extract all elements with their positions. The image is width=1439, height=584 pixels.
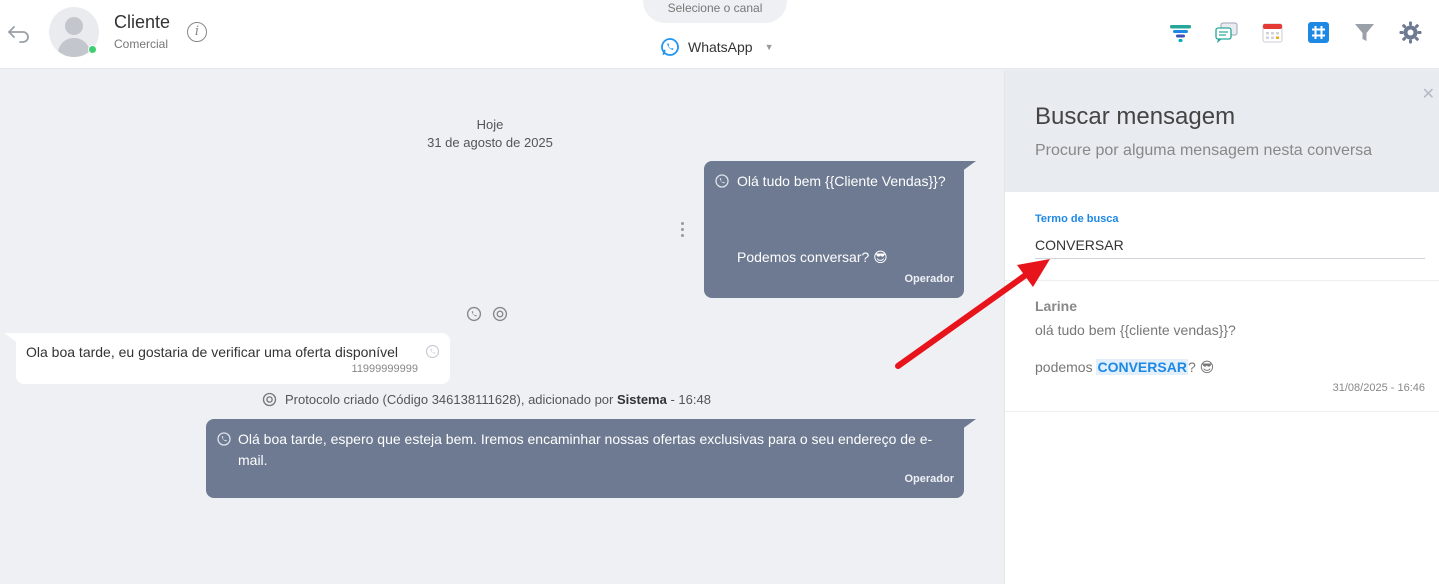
result-text-line: olá tudo bem {{cliente vendas}}? — [1035, 322, 1236, 338]
whatsapp-icon — [715, 174, 729, 188]
search-panel-header: ✕ Buscar mensagem Procure por alguma men… — [1005, 70, 1439, 192]
message-status-icons — [466, 306, 508, 322]
date-separator-label: Hoje — [476, 117, 504, 132]
channel-selector[interactable]: WhatsApp ▼ — [660, 36, 774, 58]
chat-bubbles-icon[interactable] — [1214, 20, 1239, 45]
result-sender: Larine — [1035, 298, 1078, 314]
message-text: Olá boa tarde, espero que esteja bem. Ir… — [238, 431, 933, 468]
message-options-icon[interactable] — [681, 222, 685, 240]
incoming-message[interactable]: Ola boa tarde, eu gostaria de verificar … — [4, 333, 450, 384]
search-result-item[interactable]: Larine olá tudo bem {{cliente vendas}}? … — [1005, 281, 1439, 412]
result-highlight: CONVERSAR — [1096, 359, 1188, 375]
result-text-segment: ? 😎 — [1187, 359, 1215, 375]
whatsapp-icon — [466, 306, 482, 322]
filter-icon[interactable] — [1352, 20, 1377, 45]
calendar-icon[interactable] — [1260, 20, 1285, 45]
funnel-colored-icon[interactable] — [1168, 20, 1193, 45]
search-input[interactable] — [1035, 231, 1425, 259]
search-panel-subtitle: Procure por alguma mensagem nesta conver… — [1035, 142, 1373, 159]
message-text-line: Olá tudo bem {{Cliente Vendas}}? — [737, 173, 946, 189]
contact-department: Comercial — [114, 37, 169, 51]
info-icon[interactable]: i — [187, 22, 207, 42]
date-separator-date: 31 de agosto de 2025 — [427, 135, 553, 150]
protocol-user: Sistema — [616, 392, 667, 407]
result-timestamp: 31/08/2025 - 16:46 — [1332, 382, 1425, 394]
channel-prompt: Selecione o canal — [643, 0, 787, 23]
top-header: Cliente Comercial i Selecione o canal Wh… — [0, 0, 1439, 69]
message-text-line: Podemos conversar? 😎 — [737, 249, 888, 265]
sender-number: 11999999999 — [351, 363, 418, 375]
protocol-text: Protocolo criado (Código 346138111628), … — [285, 392, 614, 407]
search-field-label: Termo de busca — [1035, 213, 1119, 225]
contact-name: Cliente — [114, 12, 171, 32]
chevron-down-icon: ▼ — [764, 42, 774, 52]
search-panel: ✕ Buscar mensagem Procure por alguma men… — [1004, 70, 1439, 584]
online-status-dot — [88, 45, 97, 54]
message-sender: Operador — [904, 273, 954, 285]
target-icon — [492, 306, 508, 322]
message-text: Ola boa tarde, eu gostaria de verificar … — [26, 344, 398, 360]
gear-icon[interactable] — [1398, 20, 1423, 45]
result-text-segment: podemos — [1035, 359, 1093, 375]
chat-area[interactable]: Hoje 31 de agosto de 2025 Olá tudo bem {… — [0, 70, 1004, 584]
whatsapp-icon — [661, 38, 679, 56]
whatsapp-icon — [217, 432, 231, 446]
channel-label: WhatsApp — [688, 39, 753, 55]
protocol-time: - 16:48 — [670, 392, 711, 407]
close-icon[interactable]: ✕ — [1422, 84, 1435, 104]
message-sender: Operador — [904, 473, 954, 485]
back-arrow-icon[interactable] — [6, 20, 32, 46]
protocol-notice: Protocolo criado (Código 346138111628), … — [262, 392, 711, 407]
outgoing-message[interactable]: Olá boa tarde, espero que esteja bem. Ir… — [206, 419, 976, 498]
outgoing-message[interactable]: Olá tudo bem {{Cliente Vendas}}? Podemos… — [704, 161, 976, 298]
whatsapp-icon — [425, 344, 440, 359]
target-icon — [262, 392, 277, 407]
result-text-line: podemos CONVERSAR? 😎 — [1035, 359, 1214, 376]
search-panel-title: Buscar mensagem — [1035, 103, 1236, 130]
hashtag-icon[interactable] — [1306, 20, 1331, 45]
toolbar — [1168, 20, 1423, 45]
